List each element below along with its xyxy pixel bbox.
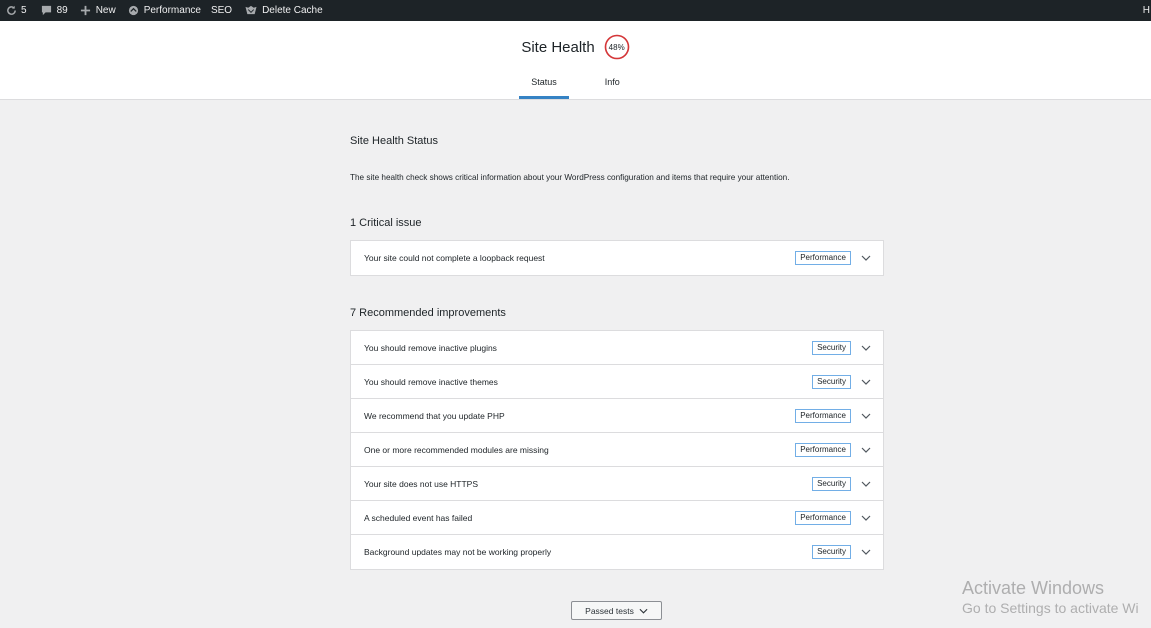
site-health-header: Site Health 48% Status Info [0,21,1151,100]
status-heading: Site Health Status [350,135,439,147]
issue-title: You should remove inactive themes [364,376,498,387]
passed-tests-button[interactable]: Passed tests [571,601,662,620]
critical-issues-list: Your site could not complete a loopback … [350,240,884,276]
progress-label: 48% [608,42,625,52]
performance-label: Performance [143,5,201,16]
issue-row[interactable]: A scheduled event has failed Performance [351,501,883,535]
recommended-issues-list: You should remove inactive plugins Secur… [350,330,884,570]
chevron-down-icon[interactable] [861,377,871,387]
issue-row[interactable]: You should remove inactive themes Securi… [351,365,883,399]
passed-tests-label: Passed tests [585,605,634,616]
seo-label: SEO [210,5,233,16]
updates-item[interactable]: 5 [0,0,32,21]
chevron-down-icon [639,608,648,614]
health-progress: 48% [604,34,630,60]
plus-icon [80,5,92,17]
issue-row[interactable]: Your site could not complete a loopback … [351,241,883,275]
issue-title: Your site does not use HTTPS [364,478,479,489]
account-label: H [1142,5,1150,16]
activate-windows-watermark: Activate Windows Go to Settings to activ… [962,578,1139,616]
issue-row[interactable]: We recommend that you update PHP Perform… [351,399,883,433]
comment-icon [41,5,53,17]
seo-item[interactable]: SEO [206,0,237,21]
tab-info[interactable]: Info [593,72,632,99]
status-description: The site health check shows critical inf… [350,173,790,182]
chevron-down-icon[interactable] [861,479,871,489]
issue-badge: Performance [795,443,851,457]
watermark-line1: Activate Windows [962,578,1105,598]
issue-badge: Security [812,545,851,559]
title-row: Site Health 48% [0,34,1151,60]
comments-item[interactable]: 89 [36,0,73,21]
issue-title: Background updates may not be working pr… [364,547,552,557]
issue-badge: Security [812,375,851,389]
my-account-item[interactable]: H [1143,0,1151,21]
delete-cache-item[interactable]: Delete Cache [239,0,328,21]
issue-badge: Security [812,341,851,355]
critical-heading: 1 Critical issue [350,217,422,229]
recommended-heading: 7 Recommended improvements [350,307,506,319]
page-title: Site Health [521,38,595,56]
chevron-down-icon[interactable] [861,513,871,523]
issue-badge: Security [812,477,851,491]
comments-count: 89 [56,5,68,16]
delete-cache-label: Delete Cache [262,5,323,16]
admin-bar: 5 89 New Performance SEO Delete Cache H [0,0,1151,21]
issue-title: You should remove inactive plugins [364,342,497,353]
chevron-down-icon[interactable] [861,411,871,421]
chevron-down-icon[interactable] [861,343,871,353]
new-label: New [95,5,116,16]
new-content-item[interactable]: New [75,0,121,21]
issue-badge: Performance [795,511,851,525]
updates-icon [5,5,17,17]
issue-row[interactable]: You should remove inactive plugins Secur… [351,331,883,365]
chevron-down-icon[interactable] [861,253,871,263]
updates-count: 5 [21,5,27,16]
performance-item[interactable]: Performance [123,0,206,21]
issue-row[interactable]: One or more recommended modules are miss… [351,433,883,467]
tab-status[interactable]: Status [519,72,569,99]
chevron-down-icon[interactable] [861,445,871,455]
issue-row[interactable]: Your site does not use HTTPS Security [351,467,883,501]
watermark-line2: Go to Settings to activate Wi [962,600,1139,616]
tabs: Status Info [0,72,1151,99]
issue-badge: Performance [795,251,851,265]
performance-icon [128,5,140,17]
chevron-down-icon[interactable] [861,547,871,557]
issue-row[interactable]: Background updates may not be working pr… [351,535,883,569]
issue-badge: Performance [795,409,851,423]
cache-icon [244,5,258,17]
